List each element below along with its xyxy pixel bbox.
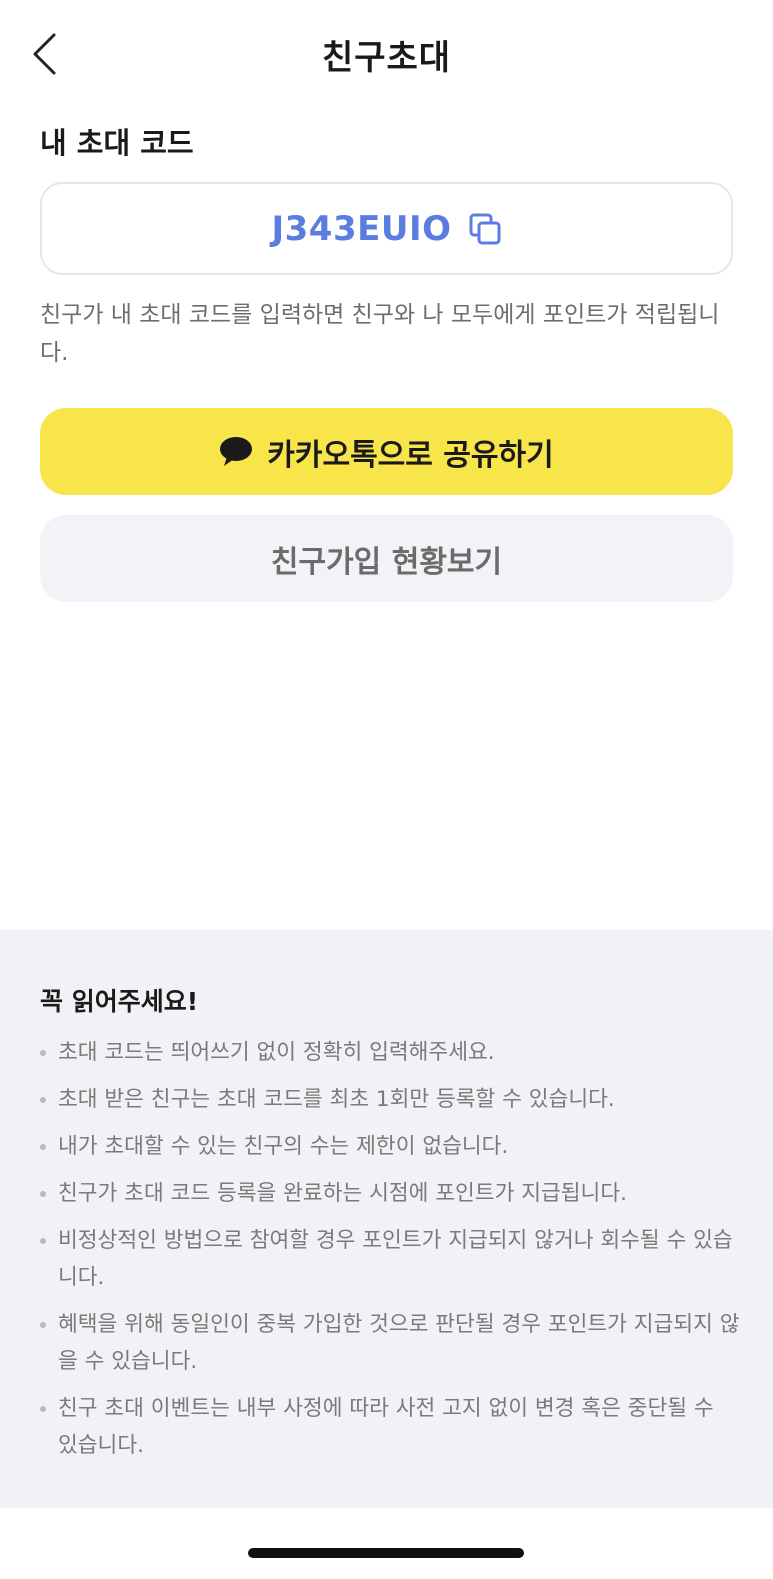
signup-status-label: 친구가입 현황보기 (270, 544, 503, 580)
invite-friends-screen: 친구초대 내 초대 코드 J343EUIO 친구가 내 초대 코드를 입력하면 … (0, 0, 773, 1579)
invite-code: J343EUIO (271, 208, 452, 249)
notice-item: 친구 초대 이벤트는 내부 사정에 따라 사전 고지 없이 변경 혹은 중단될 … (40, 1390, 740, 1464)
bullet-dot (40, 1097, 46, 1103)
notice-item-text: 내가 초대할 수 있는 친구의 수는 제한이 없습니다. (58, 1134, 509, 1159)
notice-item: 초대 코드는 띄어쓰기 없이 정확히 입력해주세요. (40, 1034, 740, 1071)
notice-panel: 꼭 읽어주세요! 초대 코드는 띄어쓰기 없이 정확히 입력해주세요. 초대 받… (0, 930, 773, 1508)
signup-status-button[interactable]: 친구가입 현황보기 (40, 515, 733, 602)
notice-item: 초대 받은 친구는 초대 코드를 최초 1회만 등록할 수 있습니다. (40, 1081, 740, 1118)
notice-item: 친구가 초대 코드 등록을 완료하는 시점에 포인트가 지급됩니다. (40, 1175, 740, 1212)
home-indicator (248, 1548, 524, 1558)
notice-item: 혜택을 위해 동일인이 중복 가입한 것으로 판단될 경우 포인트가 지급되지 … (40, 1306, 740, 1380)
invite-code-box[interactable]: J343EUIO (40, 182, 733, 275)
notice-item-text: 초대 코드는 띄어쓰기 없이 정확히 입력해주세요. (58, 1040, 495, 1065)
bullet-dot (40, 1406, 46, 1412)
header: 친구초대 (0, 0, 773, 108)
bullet-dot (40, 1144, 46, 1150)
bullet-dot (40, 1322, 46, 1328)
copy-icon[interactable] (468, 212, 502, 246)
invite-description: 친구가 내 초대 코드를 입력하면 친구와 나 모두에게 포인트가 적립됩니다. (40, 302, 720, 366)
bullet-dot (40, 1050, 46, 1056)
notice-item: 내가 초대할 수 있는 친구의 수는 제한이 없습니다. (40, 1128, 740, 1165)
notice-item: 비정상적인 방법으로 참여할 경우 포인트가 지급되지 않거나 회수될 수 있습… (40, 1222, 740, 1296)
notice-list: 초대 코드는 띄어쓰기 없이 정확히 입력해주세요. 초대 받은 친구는 초대 … (40, 1034, 740, 1474)
kakao-share-label: 카카오톡으로 공유하기 (267, 437, 554, 473)
kakao-share-button[interactable]: 카카오톡으로 공유하기 (40, 408, 733, 495)
bullet-dot (40, 1238, 46, 1244)
bullet-dot (40, 1191, 46, 1197)
notice-item-text: 혜택을 위해 동일인이 중복 가입한 것으로 판단될 경우 포인트가 지급되지 … (58, 1312, 740, 1374)
invite-code-section-title: 내 초대 코드 (40, 126, 194, 160)
notice-item-text: 비정상적인 방법으로 참여할 경우 포인트가 지급되지 않거나 회수될 수 있습… (58, 1228, 733, 1290)
page-title: 친구초대 (321, 38, 452, 78)
notice-item-text: 친구 초대 이벤트는 내부 사정에 따라 사전 고지 없이 변경 혹은 중단될 … (58, 1396, 714, 1458)
notice-item-text: 친구가 초대 코드 등록을 완료하는 시점에 포인트가 지급됩니다. (58, 1181, 627, 1206)
notice-item-text: 초대 받은 친구는 초대 코드를 최초 1회만 등록할 수 있습니다. (58, 1087, 615, 1112)
speech-bubble-icon (219, 436, 253, 468)
notice-title: 꼭 읽어주세요! (40, 987, 199, 1016)
